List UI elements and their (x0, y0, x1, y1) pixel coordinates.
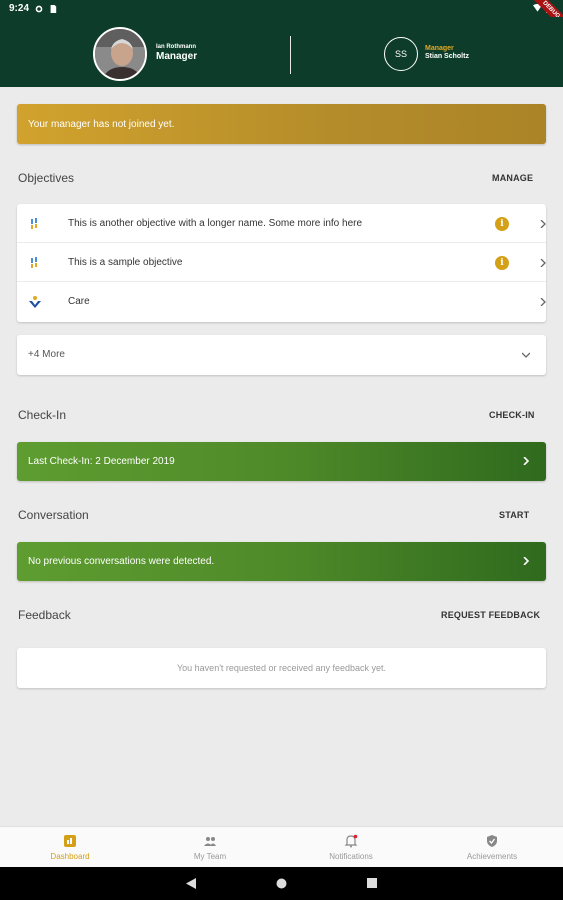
feedback-title: Feedback (18, 608, 71, 622)
settings-icon (35, 5, 43, 12)
conversation-title: Conversation (18, 508, 89, 522)
chevron-right-icon (523, 457, 530, 465)
nav-achievements[interactable]: Achievements (422, 827, 562, 868)
banner-text: Your manager has not joined yet. (28, 118, 175, 130)
objective-label: This is another objective with a longer … (68, 217, 363, 229)
user-info: Ian Rothmann Manager (156, 44, 197, 62)
objectives-title: Objectives (18, 171, 75, 185)
manager-role: Manager (425, 45, 454, 52)
nav-my-team[interactable]: My Team (140, 827, 280, 868)
manager-info: Manager Stian Scholtz (425, 45, 469, 60)
user-role: Manager (156, 51, 198, 62)
checkin-title: Check-In (18, 408, 67, 422)
objective-row[interactable]: This is a sample objective i (17, 243, 546, 282)
more-objectives-toggle[interactable]: +4 More (17, 335, 546, 375)
feedback-card: You haven't requested or received any fe… (17, 648, 546, 688)
info-icon[interactable]: i (495, 256, 509, 270)
conversation-status-text: No previous conversations were detected. (28, 556, 215, 567)
objective-row[interactable]: Care (17, 282, 546, 321)
user-avatar[interactable] (93, 27, 147, 81)
chevron-right-icon (540, 298, 546, 306)
chevron-right-icon (540, 220, 546, 228)
info-icon[interactable]: i (495, 217, 509, 231)
start-conversation-button[interactable]: START (499, 510, 529, 520)
back-icon[interactable] (186, 878, 196, 889)
more-objectives-label: +4 More (28, 349, 65, 360)
request-feedback-button[interactable]: REQUEST FEEDBACK (441, 610, 540, 620)
system-navigation-bar (0, 867, 563, 900)
manager-not-joined-banner: Your manager has not joined yet. (17, 104, 546, 144)
objectives-list: This is another objective with a longer … (17, 204, 546, 322)
nav-label: Dashboard (50, 852, 90, 861)
manager-name: Stian Scholtz (425, 53, 469, 60)
objective-icon (31, 257, 37, 268)
header-divider (290, 36, 291, 74)
chevron-right-icon (540, 259, 546, 267)
shield-check-icon (487, 835, 497, 847)
checkin-button[interactable]: CHECK-IN (489, 410, 535, 420)
home-icon[interactable] (276, 878, 287, 889)
nav-label: Achievements (466, 852, 518, 861)
status-time: 9:24 (9, 3, 30, 14)
bottom-navigation: Dashboard My Team Notifications Achievem… (0, 826, 563, 867)
team-icon (204, 837, 216, 846)
last-checkin-bar[interactable]: Last Check-In: 2 December 2019 (17, 442, 546, 481)
nav-notifications[interactable]: Notifications (281, 827, 421, 868)
manage-objectives-button[interactable]: MANAGE (492, 173, 533, 183)
manager-avatar[interactable]: SS (384, 37, 418, 71)
objective-label: Care (68, 296, 90, 307)
status-bar: 9:24 DEBUG (0, 0, 563, 35)
sim-card-icon (50, 4, 57, 13)
app-header (0, 17, 563, 87)
conversation-bar[interactable]: No previous conversations were detected. (17, 542, 546, 581)
objective-label: This is a sample objective (68, 256, 183, 268)
nav-dashboard[interactable]: Dashboard (0, 827, 140, 868)
nav-label: My Team (193, 852, 227, 861)
last-checkin-text: Last Check-In: 2 December 2019 (28, 456, 175, 467)
care-icon (29, 296, 41, 308)
feedback-empty-text: You haven't requested or received any fe… (176, 663, 387, 673)
chevron-right-icon (523, 557, 530, 565)
objective-icon (31, 218, 37, 229)
dashboard-icon (64, 835, 76, 847)
bell-icon (344, 834, 358, 848)
recents-icon[interactable] (367, 878, 377, 888)
user-name: Ian Rothmann (156, 44, 196, 50)
chevron-down-icon (522, 352, 530, 358)
nav-label: Notifications (329, 852, 373, 861)
objective-row[interactable]: This is another objective with a longer … (17, 204, 546, 243)
